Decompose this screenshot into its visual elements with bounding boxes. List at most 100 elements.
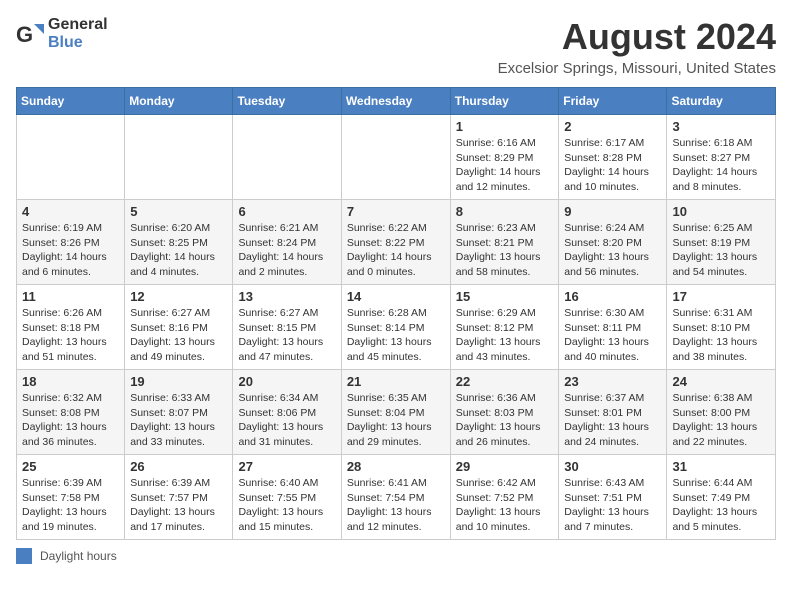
day-info: Sunrise: 6:32 AM Sunset: 8:08 PM Dayligh… bbox=[22, 391, 119, 450]
day-number: 20 bbox=[238, 374, 335, 389]
calendar-cell: 4 Sunrise: 6:19 AM Sunset: 8:26 PM Daylig… bbox=[17, 200, 125, 285]
day-number: 18 bbox=[22, 374, 119, 389]
calendar-cell: 25Sunrise: 6:39 AM Sunset: 7:58 PM Dayli… bbox=[17, 455, 125, 540]
calendar-cell: 5 Sunrise: 6:20 AM Sunset: 8:25 PM Daylig… bbox=[125, 200, 233, 285]
calendar-cell: 17 Sunrise: 6:31 AM Sunset: 8:10 PM Dayli… bbox=[667, 285, 776, 370]
day-info: Sunrise: 6:29 AM Sunset: 8:12 PM Dayligh… bbox=[456, 306, 554, 365]
day-number: 28 bbox=[347, 459, 445, 474]
calendar-cell bbox=[125, 115, 233, 200]
day-number: 21 bbox=[347, 374, 445, 389]
week-row-1: 4 Sunrise: 6:19 AM Sunset: 8:26 PM Daylig… bbox=[17, 200, 776, 285]
day-number: 7 bbox=[347, 204, 445, 219]
weekday-header-monday: Monday bbox=[125, 88, 233, 115]
day-number: 25 bbox=[22, 459, 119, 474]
day-info: Sunrise: 6:31 AM Sunset: 8:10 PM Dayligh… bbox=[672, 306, 770, 365]
day-number: 31 bbox=[672, 459, 770, 474]
main-title: August 2024 bbox=[498, 16, 776, 58]
calendar-cell: 11Sunrise: 6:26 AM Sunset: 8:18 PM Dayli… bbox=[17, 285, 125, 370]
calendar-cell: 3 Sunrise: 6:18 AM Sunset: 8:27 PM Daylig… bbox=[667, 115, 776, 200]
calendar-cell: 10 Sunrise: 6:25 AM Sunset: 8:19 PM Dayli… bbox=[667, 200, 776, 285]
weekday-header-row: SundayMondayTuesdayWednesdayThursdayFrid… bbox=[17, 88, 776, 115]
day-number: 22 bbox=[456, 374, 554, 389]
calendar-cell: 22 Sunrise: 6:36 AM Sunset: 8:03 PM Dayli… bbox=[450, 370, 559, 455]
header: G General Blue August 2024 Excelsior Spr… bbox=[16, 16, 776, 77]
day-info: Sunrise: 6:22 AM Sunset: 8:22 PM Dayligh… bbox=[347, 221, 445, 280]
day-info: Sunrise: 6:23 AM Sunset: 8:21 PM Dayligh… bbox=[456, 221, 554, 280]
day-number: 26 bbox=[130, 459, 227, 474]
legend-area: Daylight hours bbox=[16, 548, 776, 564]
calendar-cell: 29 Sunrise: 6:42 AM Sunset: 7:52 PM Dayli… bbox=[450, 455, 559, 540]
day-info: Sunrise: 6:44 AM Sunset: 7:49 PM Dayligh… bbox=[672, 476, 770, 535]
week-row-2: 11Sunrise: 6:26 AM Sunset: 8:18 PM Dayli… bbox=[17, 285, 776, 370]
day-number: 5 bbox=[130, 204, 227, 219]
day-number: 11 bbox=[22, 289, 119, 304]
day-number: 1 bbox=[456, 119, 554, 134]
week-row-0: 1 Sunrise: 6:16 AM Sunset: 8:29 PM Daylig… bbox=[17, 115, 776, 200]
weekday-header-wednesday: Wednesday bbox=[341, 88, 450, 115]
day-info: Sunrise: 6:35 AM Sunset: 8:04 PM Dayligh… bbox=[347, 391, 445, 450]
calendar-cell bbox=[341, 115, 450, 200]
calendar-cell: 27 Sunrise: 6:40 AM Sunset: 7:55 PM Dayli… bbox=[233, 455, 341, 540]
calendar-cell: 21 Sunrise: 6:35 AM Sunset: 8:04 PM Dayli… bbox=[341, 370, 450, 455]
calendar-cell: 31 Sunrise: 6:44 AM Sunset: 7:49 PM Dayli… bbox=[667, 455, 776, 540]
weekday-header-thursday: Thursday bbox=[450, 88, 559, 115]
legend-box bbox=[16, 548, 32, 564]
calendar-cell: 2Sunrise: 6:17 AM Sunset: 8:28 PM Daylig… bbox=[559, 115, 667, 200]
week-row-3: 18 Sunrise: 6:32 AM Sunset: 8:08 PM Dayli… bbox=[17, 370, 776, 455]
day-info: Sunrise: 6:40 AM Sunset: 7:55 PM Dayligh… bbox=[238, 476, 335, 535]
title-area: August 2024 Excelsior Springs, Missouri,… bbox=[498, 16, 776, 77]
calendar-cell: 20 Sunrise: 6:34 AM Sunset: 8:06 PM Dayli… bbox=[233, 370, 341, 455]
calendar-cell: 6Sunrise: 6:21 AM Sunset: 8:24 PM Daylig… bbox=[233, 200, 341, 285]
weekday-header-saturday: Saturday bbox=[667, 88, 776, 115]
day-number: 8 bbox=[456, 204, 554, 219]
day-info: Sunrise: 6:25 AM Sunset: 8:19 PM Dayligh… bbox=[672, 221, 770, 280]
day-number: 13 bbox=[238, 289, 335, 304]
day-info: Sunrise: 6:16 AM Sunset: 8:29 PM Dayligh… bbox=[456, 136, 554, 195]
day-number: 17 bbox=[672, 289, 770, 304]
day-number: 2 bbox=[564, 119, 661, 134]
day-info: Sunrise: 6:30 AM Sunset: 8:11 PM Dayligh… bbox=[564, 306, 661, 365]
calendar-cell bbox=[233, 115, 341, 200]
day-number: 10 bbox=[672, 204, 770, 219]
day-number: 14 bbox=[347, 289, 445, 304]
day-info: Sunrise: 6:21 AM Sunset: 8:24 PM Dayligh… bbox=[238, 221, 335, 280]
weekday-header-tuesday: Tuesday bbox=[233, 88, 341, 115]
calendar-cell: 19Sunrise: 6:33 AM Sunset: 8:07 PM Dayli… bbox=[125, 370, 233, 455]
calendar-cell: 1 Sunrise: 6:16 AM Sunset: 8:29 PM Daylig… bbox=[450, 115, 559, 200]
day-info: Sunrise: 6:36 AM Sunset: 8:03 PM Dayligh… bbox=[456, 391, 554, 450]
calendar-cell: 13Sunrise: 6:27 AM Sunset: 8:15 PM Dayli… bbox=[233, 285, 341, 370]
logo-general: General bbox=[48, 16, 108, 33]
day-number: 23 bbox=[564, 374, 661, 389]
day-info: Sunrise: 6:34 AM Sunset: 8:06 PM Dayligh… bbox=[238, 391, 335, 450]
day-info: Sunrise: 6:42 AM Sunset: 7:52 PM Dayligh… bbox=[456, 476, 554, 535]
weekday-header-friday: Friday bbox=[559, 88, 667, 115]
day-number: 12 bbox=[130, 289, 227, 304]
day-info: Sunrise: 6:43 AM Sunset: 7:51 PM Dayligh… bbox=[564, 476, 661, 535]
day-info: Sunrise: 6:20 AM Sunset: 8:25 PM Dayligh… bbox=[130, 221, 227, 280]
day-number: 4 bbox=[22, 204, 119, 219]
day-number: 15 bbox=[456, 289, 554, 304]
day-info: Sunrise: 6:18 AM Sunset: 8:27 PM Dayligh… bbox=[672, 136, 770, 195]
calendar-cell: 15 Sunrise: 6:29 AM Sunset: 8:12 PM Dayli… bbox=[450, 285, 559, 370]
day-number: 24 bbox=[672, 374, 770, 389]
day-number: 29 bbox=[456, 459, 554, 474]
day-number: 9 bbox=[564, 204, 661, 219]
calendar-cell: 16 Sunrise: 6:30 AM Sunset: 8:11 PM Dayli… bbox=[559, 285, 667, 370]
day-info: Sunrise: 6:27 AM Sunset: 8:16 PM Dayligh… bbox=[130, 306, 227, 365]
day-info: Sunrise: 6:19 AM Sunset: 8:26 PM Dayligh… bbox=[22, 221, 119, 280]
legend-label: Daylight hours bbox=[40, 549, 117, 563]
calendar-cell bbox=[17, 115, 125, 200]
day-number: 16 bbox=[564, 289, 661, 304]
calendar-cell: 8 Sunrise: 6:23 AM Sunset: 8:21 PM Daylig… bbox=[450, 200, 559, 285]
logo: G General Blue bbox=[16, 16, 108, 52]
calendar-cell: 12 Sunrise: 6:27 AM Sunset: 8:16 PM Dayli… bbox=[125, 285, 233, 370]
day-info: Sunrise: 6:41 AM Sunset: 7:54 PM Dayligh… bbox=[347, 476, 445, 535]
day-info: Sunrise: 6:33 AM Sunset: 8:07 PM Dayligh… bbox=[130, 391, 227, 450]
calendar-cell: 30Sunrise: 6:43 AM Sunset: 7:51 PM Dayli… bbox=[559, 455, 667, 540]
day-number: 3 bbox=[672, 119, 770, 134]
day-info: Sunrise: 6:38 AM Sunset: 8:00 PM Dayligh… bbox=[672, 391, 770, 450]
day-number: 27 bbox=[238, 459, 335, 474]
calendar-cell: 26Sunrise: 6:39 AM Sunset: 7:57 PM Dayli… bbox=[125, 455, 233, 540]
logo-icon: G bbox=[16, 20, 44, 48]
day-info: Sunrise: 6:24 AM Sunset: 8:20 PM Dayligh… bbox=[564, 221, 661, 280]
